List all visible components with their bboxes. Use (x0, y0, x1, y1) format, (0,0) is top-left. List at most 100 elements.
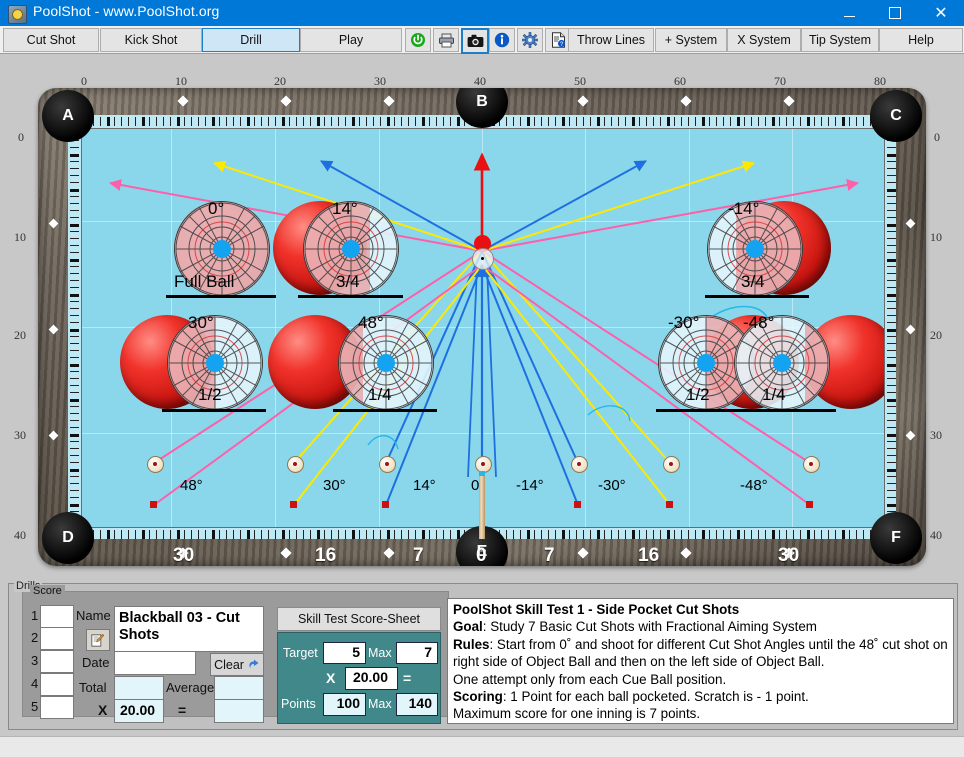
cue-ball-position-1[interactable] (147, 456, 164, 473)
name-label: Name (76, 608, 111, 623)
right-ruler-0: 0 (934, 130, 940, 144)
pool-table[interactable]: 0° Full Ball 14° 3/4 -14° 3/4 30° 1/2 48… (38, 88, 926, 566)
points-value: 100 (336, 695, 360, 711)
rules-text-2: One attempt only from each Cue Ball posi… (453, 671, 727, 687)
degree-label-48: 48° (180, 477, 203, 494)
tab-play[interactable]: Play (300, 28, 402, 52)
minimize-button[interactable] (826, 0, 872, 26)
points-max-value: 140 (408, 695, 432, 711)
degree-label-30: 30° (323, 477, 346, 494)
maximize-button[interactable] (872, 0, 918, 26)
bottom-number-0: 0 (476, 545, 487, 566)
undo-arrow-icon (249, 659, 259, 668)
points-max-label: Max (368, 697, 392, 711)
pocket-D[interactable]: D (42, 512, 94, 564)
cue-ball-position-2[interactable] (287, 456, 304, 473)
fraction-label-34-right: 3/4 (741, 272, 765, 291)
cue-tip (479, 471, 485, 476)
fraction-label-full-ball: Full Ball (174, 272, 235, 291)
equals-symbol-sheet: = (403, 670, 412, 686)
skill-test-score-sheet-button[interactable]: Skill Test Score-Sheet (277, 607, 441, 631)
scoring-text: : 1 Point for each ball pocketed. Scratc… (502, 689, 809, 705)
poolshot-window: PoolShot - www.PoolShot.org ✕ Cut Shot K… (0, 0, 964, 757)
tab-drill[interactable]: Drill (202, 28, 300, 52)
edit-note-icon[interactable] (86, 629, 110, 651)
right-ruler-30: 30 (930, 428, 942, 442)
right-ruler-10: 10 (930, 230, 942, 244)
main-toolbar: Cut Shot Kick Shot Drill Play ? Throw Li… (0, 26, 964, 54)
fraction-label-12-left: 1/2 (198, 385, 222, 404)
button-plus-system[interactable]: + System (655, 28, 727, 52)
result-field (214, 699, 264, 723)
points-label: Points (281, 697, 316, 711)
gear-icon[interactable] (517, 28, 543, 52)
description-title: PoolShot Skill Test 1 - Side Pocket Cut … (453, 602, 740, 617)
right-ruler-20: 20 (930, 328, 942, 342)
angle-label-minus48: -48° (743, 313, 775, 332)
degree-label-minus48: -48° (740, 477, 768, 494)
fraction-label-12-right: 1/2 (686, 385, 710, 404)
cue-ball-position-5[interactable] (571, 456, 588, 473)
date-field[interactable] (114, 651, 196, 675)
button-help[interactable]: Help (879, 28, 963, 52)
info-icon[interactable] (489, 28, 515, 52)
score-group-label: Score (30, 585, 65, 597)
power-icon[interactable] (405, 28, 431, 52)
button-x-system[interactable]: X System (727, 28, 801, 52)
clear-button[interactable]: Clear (210, 653, 264, 676)
tab-kick-shot[interactable]: Kick Shot (100, 28, 202, 52)
rail-ticks-left (68, 115, 82, 539)
score-row-label-4: 4 (31, 676, 39, 691)
cue-ball-position-7[interactable] (803, 456, 820, 473)
target-label: Target (283, 646, 318, 660)
angle-label-30: 30° (188, 313, 214, 332)
average-value-field (214, 676, 264, 700)
pool-table-area: 0 10 20 30 40 50 60 70 80 0 10 20 30 40 … (0, 54, 964, 580)
score-input-2[interactable] (40, 627, 74, 650)
cue-ball-position-3[interactable] (379, 456, 396, 473)
printer-icon[interactable] (433, 28, 459, 52)
degree-label-minus30: -30° (598, 477, 626, 494)
cue-stick[interactable] (479, 471, 485, 539)
right-ruler-40: 40 (930, 528, 942, 542)
button-tip-system[interactable]: Tip System (801, 28, 879, 52)
table-cloth[interactable]: 0° Full Ball 14° 3/4 -14° 3/4 30° 1/2 48… (68, 115, 896, 539)
goal-label: Goal (453, 619, 483, 635)
top-ruler-60: 60 (674, 74, 686, 88)
angle-label-48: 48° (358, 313, 384, 332)
equals-symbol-drills: = (178, 702, 187, 718)
top-ruler-70: 70 (774, 74, 786, 88)
score-input-1[interactable] (40, 605, 74, 628)
left-ruler-20: 20 (14, 328, 26, 342)
button-throw-lines[interactable]: Throw Lines (568, 28, 654, 52)
bottom-number-30-left: 30 (173, 545, 195, 566)
angle-label-14: 14° (332, 199, 358, 218)
status-bar (0, 736, 964, 757)
description-panel[interactable]: PoolShot Skill Test 1 - Side Pocket Cut … (447, 598, 954, 724)
top-ruler-30: 30 (374, 74, 386, 88)
top-ruler-50: 50 (574, 74, 586, 88)
score-input-5[interactable] (40, 696, 74, 719)
bottom-number-16-right: 16 (638, 545, 660, 566)
score-sheet-panel: Target 5 Max 7 X 20.00 = Points 100 Max … (277, 632, 441, 724)
pocket-F[interactable]: F (870, 512, 922, 564)
close-button[interactable]: ✕ (918, 0, 964, 26)
multiply-symbol-drills: X (98, 702, 108, 718)
score-input-4[interactable] (40, 673, 74, 696)
pocket-A[interactable]: A (42, 90, 94, 142)
angle-label-minus14: -14° (728, 199, 760, 218)
name-field[interactable]: Blackball 03 - Cut Shots (114, 606, 264, 652)
tab-cut-shot[interactable]: Cut Shot (3, 28, 99, 52)
cue-ball-position-6[interactable] (663, 456, 680, 473)
multiplier-value: 20.00 (120, 702, 156, 718)
pocket-C[interactable]: C (870, 90, 922, 142)
degree-label-14: 14° (413, 477, 436, 494)
camera-icon[interactable] (461, 28, 489, 54)
date-label: Date (82, 655, 110, 670)
target-max-value: 7 (424, 644, 432, 660)
score-row-label-5: 5 (31, 699, 39, 714)
poolshot-logo-icon (8, 5, 27, 24)
score-input-3[interactable] (40, 650, 74, 673)
fraction-label-14-left: 1/4 (368, 385, 392, 404)
top-ruler-40: 40 (474, 74, 486, 88)
